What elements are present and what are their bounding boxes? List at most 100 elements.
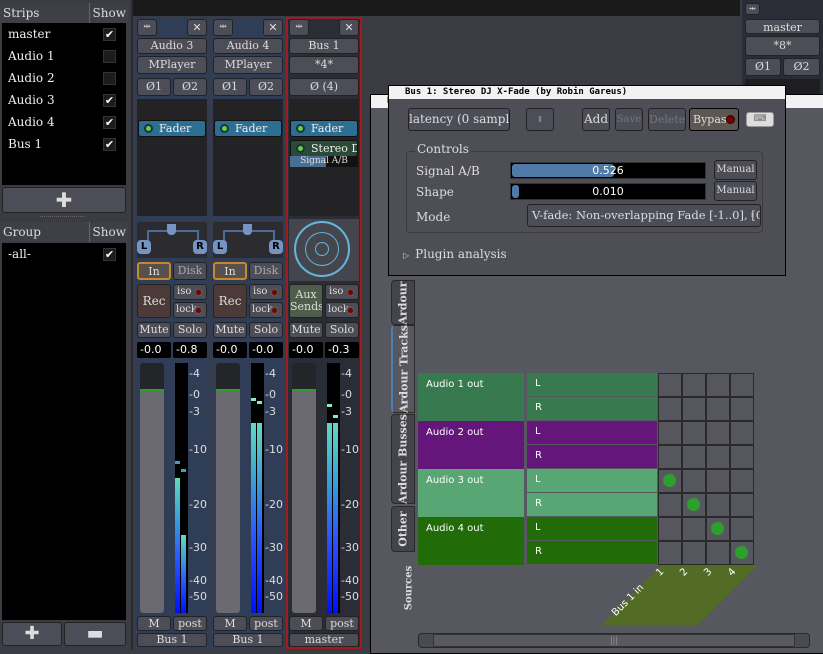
- routing-cell[interactable]: [706, 445, 730, 469]
- strip-name-button[interactable]: Audio 4: [213, 38, 283, 54]
- routing-tab[interactable]: Ardour Busses: [391, 414, 415, 504]
- routing-cell[interactable]: [658, 373, 682, 397]
- add-preset-button[interactable]: Add: [582, 108, 610, 131]
- show-checkbox[interactable]: ✔: [103, 116, 116, 129]
- solo-button[interactable]: Solo: [249, 322, 283, 338]
- connection-dot[interactable]: [735, 546, 748, 559]
- strip-name-button[interactable]: Audio 3: [137, 38, 207, 54]
- panner-position-handle[interactable]: [167, 224, 176, 235]
- add-strip-button[interactable]: ✚: [2, 187, 126, 213]
- master-name-button[interactable]: master: [745, 19, 820, 34]
- routing-cell[interactable]: [682, 445, 706, 469]
- routing-tab[interactable]: Other: [391, 506, 415, 552]
- show-checkbox[interactable]: [103, 50, 116, 63]
- list-item[interactable]: Bus 1 ✔: [2, 133, 126, 155]
- phase-invert-2-button[interactable]: Ø2: [249, 78, 283, 96]
- processor-fader[interactable]: Fader: [138, 120, 206, 137]
- processor-fader[interactable]: Fader: [214, 120, 282, 137]
- gain-fader[interactable]: [216, 363, 240, 613]
- routing-cell[interactable]: [682, 397, 706, 421]
- peak-display[interactable]: -0.0: [249, 342, 283, 358]
- input-button[interactable]: MPlayer: [137, 56, 207, 74]
- meter-type-button[interactable]: M: [213, 616, 247, 631]
- meter-type-button[interactable]: M: [137, 616, 171, 631]
- master-phase-1-button[interactable]: Ø1: [745, 58, 781, 76]
- processor-box[interactable]: Fader: [137, 99, 207, 216]
- pane-separator[interactable]: [131, 0, 133, 650]
- mode-dropdown[interactable]: V-fade: Non-overlapping Fade [-1..0], [0…: [527, 204, 761, 227]
- peak-display[interactable]: -0.8: [173, 342, 207, 358]
- routing-cell[interactable]: [658, 517, 682, 541]
- routing-cell[interactable]: [706, 541, 730, 565]
- horizontal-scrollbar[interactable]: |||: [418, 633, 810, 648]
- monitor-input-button[interactable]: In: [137, 262, 171, 280]
- input-button[interactable]: MPlayer: [213, 56, 283, 74]
- routing-cell[interactable]: [682, 421, 706, 445]
- scrollbar-thumb[interactable]: |||: [433, 634, 795, 647]
- meter-point-button[interactable]: post: [249, 616, 283, 631]
- routing-cell[interactable]: [730, 421, 754, 445]
- list-item[interactable]: -all- ✔: [2, 243, 126, 265]
- panner-right-handle[interactable]: R: [269, 240, 283, 254]
- list-item[interactable]: Audio 4 ✔: [2, 111, 126, 133]
- phase-invert-1-button[interactable]: Ø1: [137, 78, 171, 96]
- gain-entry[interactable]: -0.0: [213, 342, 247, 358]
- routing-cell[interactable]: [706, 373, 730, 397]
- save-preset-button[interactable]: Save: [615, 108, 643, 131]
- remove-group-button[interactable]: ▬: [64, 622, 126, 646]
- panner-left-handle[interactable]: L: [137, 240, 151, 254]
- connection-dot[interactable]: [663, 474, 676, 487]
- pane-divider[interactable]: [40, 216, 85, 218]
- routing-tab[interactable]: Ardour: [391, 280, 415, 325]
- isolate-button[interactable]: iso: [173, 284, 207, 300]
- show-checkbox[interactable]: [103, 72, 116, 85]
- phase-invert-2-button[interactable]: Ø2: [173, 78, 207, 96]
- gain-fader[interactable]: [140, 363, 164, 613]
- list-item[interactable]: Audio 1: [2, 45, 126, 67]
- manual-button[interactable]: Manual: [714, 181, 757, 201]
- show-checkbox[interactable]: ✔: [103, 28, 116, 41]
- master-phase-2-button[interactable]: Ø2: [783, 58, 820, 76]
- routing-cell[interactable]: [730, 517, 754, 541]
- master-input-button[interactable]: *8*: [745, 36, 820, 56]
- close-strip-icon[interactable]: ✕: [187, 19, 207, 36]
- routing-cell[interactable]: [682, 517, 706, 541]
- connection-dot[interactable]: [711, 522, 724, 535]
- add-group-button[interactable]: ✚: [2, 622, 62, 646]
- routing-cell[interactable]: [730, 397, 754, 421]
- routing-tab[interactable]: Ardour Tracks: [391, 325, 415, 413]
- phase-invert-1-button[interactable]: Ø1: [213, 78, 247, 96]
- routing-cell[interactable]: [682, 373, 706, 397]
- monitor-disk-button[interactable]: Disk: [173, 262, 207, 280]
- stereo-panner[interactable]: LR: [213, 222, 283, 258]
- routing-cell[interactable]: [730, 493, 754, 517]
- panner-right-handle[interactable]: R: [193, 240, 207, 254]
- list-item[interactable]: master ✔: [2, 23, 126, 45]
- panner-left-handle[interactable]: L: [213, 240, 227, 254]
- list-item[interactable]: Audio 3 ✔: [2, 89, 126, 111]
- routing-cell[interactable]: [658, 493, 682, 517]
- mute-button[interactable]: Mute: [213, 322, 247, 338]
- show-checkbox[interactable]: ✔: [103, 138, 116, 151]
- output-button[interactable]: Bus 1: [137, 633, 207, 647]
- routing-cell[interactable]: [682, 469, 706, 493]
- meter-point-button[interactable]: post: [173, 616, 207, 631]
- routing-cell[interactable]: [730, 445, 754, 469]
- latency-button[interactable]: latency (0 samples): [408, 108, 510, 131]
- isolate-button[interactable]: iso: [249, 284, 283, 300]
- show-checkbox[interactable]: ✔: [103, 94, 116, 107]
- control-slider[interactable]: 0.526: [510, 162, 706, 179]
- routing-cell[interactable]: [730, 469, 754, 493]
- width-toggle-icon[interactable]: ⇹: [137, 19, 157, 36]
- solo-button[interactable]: Solo: [173, 322, 207, 338]
- width-toggle-icon[interactable]: ⇹: [745, 3, 760, 15]
- preset-selector[interactable]: ⇕: [526, 108, 554, 131]
- rec-arm-button[interactable]: Rec: [213, 284, 247, 318]
- show-checkbox[interactable]: ✔: [103, 248, 116, 261]
- routing-cell[interactable]: [706, 469, 730, 493]
- gain-entry[interactable]: -0.0: [137, 342, 171, 358]
- stereo-panner[interactable]: LR: [137, 222, 207, 258]
- processor-active-led[interactable]: [144, 124, 153, 133]
- routing-cell[interactable]: [658, 421, 682, 445]
- routing-cell[interactable]: [706, 421, 730, 445]
